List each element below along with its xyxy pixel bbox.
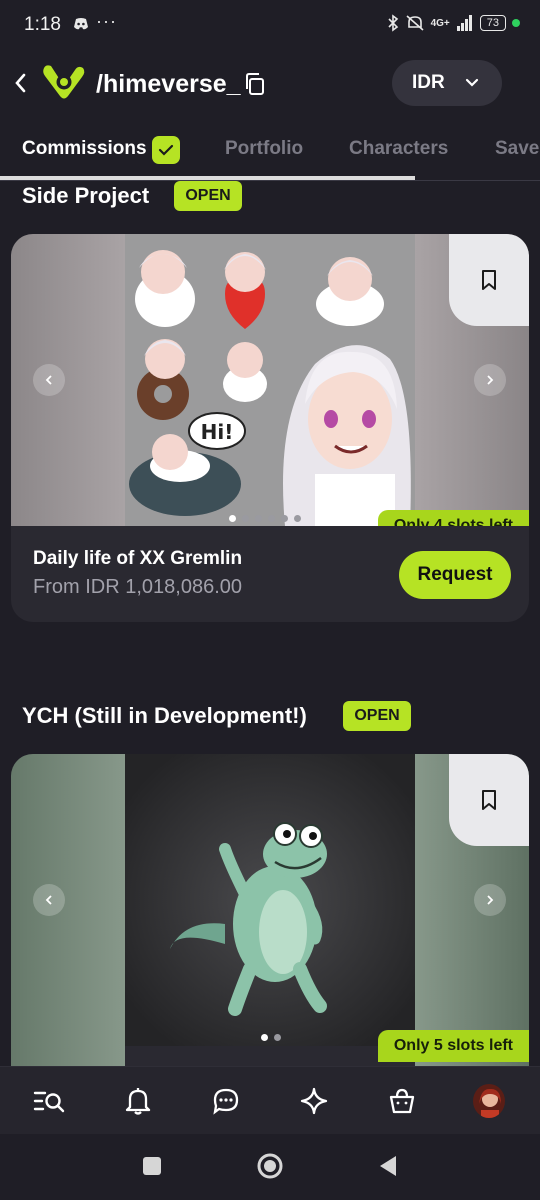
signal-icon [456, 15, 472, 31]
request-button[interactable]: Request [399, 551, 511, 599]
carousel-next-button[interactable] [474, 364, 506, 396]
commission-card[interactable]: Only 5 slots left [11, 754, 529, 1066]
nav-search-button[interactable] [33, 1085, 65, 1117]
carousel-dot[interactable] [255, 515, 262, 522]
chevron-right-icon [487, 375, 494, 385]
recents-icon[interactable] [142, 1156, 162, 1176]
network-label: 4G+ [430, 17, 450, 29]
system-navigation-bar [0, 1134, 540, 1200]
home-icon[interactable] [256, 1152, 284, 1180]
vgen-logo-icon [43, 65, 85, 99]
slots-left-badge: Only 5 slots left [377, 1030, 529, 1062]
commission-title: Daily life of XX Gremlin [33, 548, 243, 569]
slots-left-badge: Only 4 slots left [377, 510, 529, 526]
status-icons: 4G+ 73 [387, 14, 520, 32]
chevron-right-icon [487, 895, 494, 905]
chat-icon [213, 1088, 239, 1115]
bookmark-icon [482, 790, 496, 810]
carousel-prev-button[interactable] [33, 364, 65, 396]
tab-characters[interactable]: Characters [349, 138, 448, 160]
carousel-dot[interactable] [242, 515, 249, 522]
back-triangle-icon[interactable] [378, 1155, 398, 1177]
tab-portfolio[interactable]: Portfolio [225, 138, 303, 160]
carousel-dot[interactable] [268, 515, 275, 522]
bookmark-button[interactable] [449, 754, 529, 846]
section-title: YCH (Still in Development!) [22, 703, 307, 728]
carousel-dot[interactable] [274, 1034, 281, 1041]
open-badge: OPEN [343, 701, 411, 731]
commission-price: From IDR 1,018,086.00 [33, 576, 242, 598]
currency-label: IDR [412, 72, 445, 93]
open-badge: OPEN [174, 181, 242, 211]
status-bar: 1:18 ··· 4G+ 73 [0, 0, 540, 52]
nav-shop-button[interactable] [386, 1085, 418, 1117]
nav-explore-button[interactable] [298, 1085, 330, 1117]
shopping-bag-icon [389, 1088, 415, 1114]
tab-commissions[interactable]: Commissions [22, 138, 147, 160]
profile-tabs: Commissions Portfolio Characters Save [0, 128, 540, 182]
tab-saved[interactable]: Save [495, 138, 539, 160]
image-carousel[interactable]: Hi! Only 4 slots left [11, 234, 529, 526]
back-arrow-icon[interactable] [10, 68, 32, 98]
chevron-down-icon [465, 78, 479, 87]
bookmark-button[interactable] [449, 234, 529, 326]
image-carousel[interactable]: Only 5 slots left [11, 754, 529, 1066]
username: /himeverse_ [96, 70, 241, 98]
carousel-dots [229, 515, 301, 522]
currency-selector[interactable]: IDR [392, 60, 502, 106]
status-time: 1:18 [24, 14, 61, 35]
copy-icon[interactable] [244, 72, 266, 96]
nav-notifications-button[interactable] [122, 1085, 154, 1117]
check-icon [152, 136, 180, 164]
bottom-navigation [0, 1066, 540, 1135]
sparkle-icon [300, 1087, 328, 1115]
nav-profile-button[interactable] [473, 1084, 505, 1118]
battery-indicator: 73 [479, 15, 506, 31]
chevron-left-icon [45, 895, 52, 905]
carousel-dot[interactable] [281, 515, 288, 522]
mute-icon [406, 15, 424, 31]
carousel-dot[interactable] [229, 515, 236, 522]
nav-messages-button[interactable] [210, 1085, 242, 1117]
profile-avatar [473, 1084, 505, 1118]
carousel-prev-button[interactable] [33, 884, 65, 916]
commission-artwork: Hi! [125, 234, 415, 526]
section-title: Side Project [22, 183, 150, 208]
sticker-text: Hi! [201, 420, 234, 444]
carousel-dot[interactable] [261, 1034, 268, 1041]
carousel-dots [261, 1034, 281, 1041]
bookmark-icon [482, 270, 496, 290]
chevron-left-icon [45, 375, 52, 385]
discord-icon [74, 18, 88, 30]
carousel-dot[interactable] [294, 515, 301, 522]
status-overflow-dots: ··· [96, 11, 117, 31]
commission-card[interactable]: Hi! Only 4 slots left Daily life of XX G… [11, 234, 529, 622]
bluetooth-icon [387, 14, 398, 32]
search-list-icon [33, 1091, 65, 1113]
bell-icon [125, 1088, 151, 1115]
carousel-next-button[interactable] [474, 884, 506, 916]
privacy-dot [512, 19, 520, 27]
tab-divider [0, 180, 540, 181]
commission-artwork [125, 754, 415, 1046]
